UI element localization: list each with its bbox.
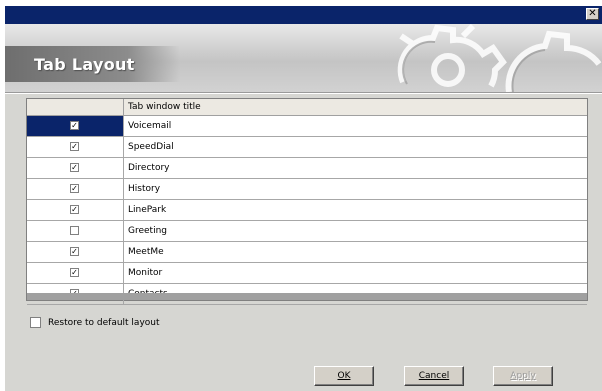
tab-visible-checkbox[interactable]: ✓ [70,184,79,193]
tab-visible-checkbox[interactable]: ✓ [70,121,79,130]
grid-header: Tab window title [27,99,587,116]
restore-default-label: Restore to default layout [48,318,160,328]
header-banner: Tab Layout [5,24,602,92]
table-row[interactable]: ✓ Directory [27,158,587,179]
apply-button[interactable]: Apply [493,366,553,386]
row-checkbox-cell[interactable]: ✓ [27,137,124,157]
tab-title-cell: Directory [128,163,170,173]
row-checkbox-cell[interactable]: ✓ [27,242,124,262]
restore-default-checkbox[interactable] [30,317,41,328]
cancel-button[interactable]: Cancel [404,366,464,386]
tab-title-cell: Monitor [128,268,163,278]
close-icon: ✕ [588,8,597,19]
ok-button[interactable]: OK [314,366,374,386]
tab-visible-checkbox[interactable]: ✓ [70,142,79,151]
banner-title: Tab Layout [34,55,135,74]
table-row[interactable]: ✓ Voicemail [27,116,587,137]
tab-visible-checkbox[interactable]: ✓ [70,205,79,214]
table-row[interactable]: ✓ SpeedDial [27,137,587,158]
close-button[interactable]: ✕ [586,8,599,20]
row-checkbox-cell[interactable]: ✓ [27,263,124,283]
tab-title-cell: Voicemail [128,121,172,131]
tab-layout-dialog: ✕ Tab Layout Tab window title ✓ Voicemail… [4,6,602,391]
tab-title-cell: SpeedDial [128,142,174,152]
title-bar: ✕ [5,6,602,24]
table-row[interactable]: ✓ Monitor [27,263,587,284]
row-checkbox-cell[interactable]: ✓ [27,200,124,220]
column-header-title[interactable]: Tab window title [124,99,587,115]
grid-footer [27,293,587,300]
row-checkbox-cell[interactable]: ✓ [27,179,124,199]
tab-title-cell: Greeting [128,226,167,236]
table-row[interactable]: ✓ History [27,179,587,200]
table-row[interactable]: ✓ LinePark [27,200,587,221]
gears-icon [397,24,602,92]
table-row[interactable]: Greeting [27,221,587,242]
tab-visible-checkbox[interactable]: ✓ [70,163,79,172]
column-header-checkbox[interactable] [27,99,124,115]
tab-visible-checkbox[interactable] [70,226,79,235]
tab-title-cell: History [128,184,161,194]
tab-title-cell: LinePark [128,205,167,215]
tab-visible-checkbox[interactable]: ✓ [70,247,79,256]
table-row[interactable]: ✓ MeetMe [27,242,587,263]
row-checkbox-cell[interactable]: ✓ [27,158,124,178]
row-checkbox-cell[interactable]: ✓ [27,116,124,136]
tab-visible-checkbox[interactable]: ✓ [70,268,79,277]
tab-grid: Tab window title ✓ Voicemail ✓ SpeedDial ✓ Di… [26,98,588,305]
tab-title-cell: MeetMe [128,247,164,257]
row-checkbox-cell[interactable] [27,221,124,241]
